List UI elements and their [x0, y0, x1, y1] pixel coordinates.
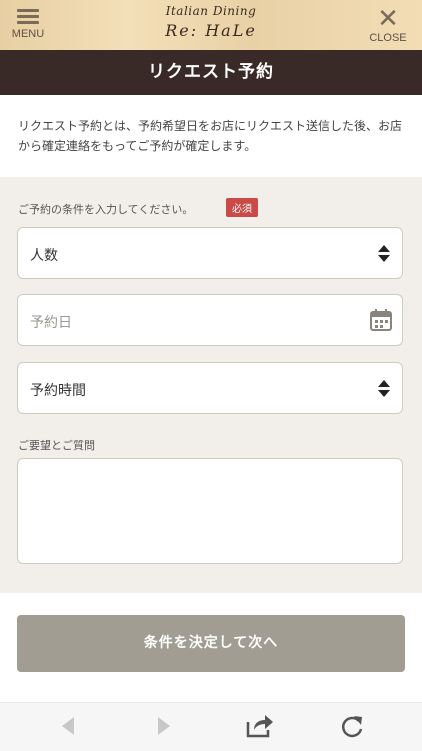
- select-arrows-icon: [378, 245, 390, 263]
- required-badge: 必須: [226, 198, 258, 217]
- requests-textarea[interactable]: [17, 458, 403, 564]
- close-button[interactable]: ✕ CLOSE: [366, 6, 410, 44]
- share-icon[interactable]: [246, 714, 274, 738]
- people-select[interactable]: 人数: [17, 227, 403, 279]
- restaurant-logo[interactable]: Italian Dining Re: HaLe: [0, 4, 422, 40]
- date-input[interactable]: 予約日: [17, 294, 403, 346]
- forward-arrow-icon[interactable]: [156, 715, 172, 737]
- conditions-label: ご予約の条件を入力してください。: [18, 203, 194, 216]
- logo-title: Re: HaLe: [165, 21, 257, 40]
- requests-label: ご要望とご質問: [18, 439, 95, 452]
- submit-button[interactable]: 条件を決定して次へ: [17, 615, 405, 672]
- people-select-value: 人数: [30, 248, 58, 264]
- time-select[interactable]: 予約時間: [17, 362, 403, 414]
- close-icon: ✕: [377, 4, 399, 34]
- reservation-form: ご予約の条件を入力してください。 必須 人数 予約日 予約時間 ご要望とご質問: [0, 177, 422, 593]
- page-title: リクエスト予約: [0, 50, 422, 95]
- reload-icon[interactable]: [340, 715, 364, 739]
- back-arrow-icon[interactable]: [60, 715, 76, 737]
- intro-text: リクエスト予約とは、予約希望日をお店にリクエスト送信した後、お店から確定連絡をも…: [18, 119, 403, 153]
- logo-subtitle: Italian Dining: [165, 4, 257, 18]
- app-header: MENU Italian Dining Re: HaLe ✕ CLOSE: [0, 0, 422, 50]
- calendar-icon: [370, 309, 392, 331]
- date-input-placeholder: 予約日: [30, 315, 72, 331]
- close-label: CLOSE: [369, 32, 407, 44]
- browser-toolbar: [0, 702, 422, 751]
- time-select-value: 予約時間: [30, 383, 86, 399]
- select-arrows-icon: [378, 380, 390, 398]
